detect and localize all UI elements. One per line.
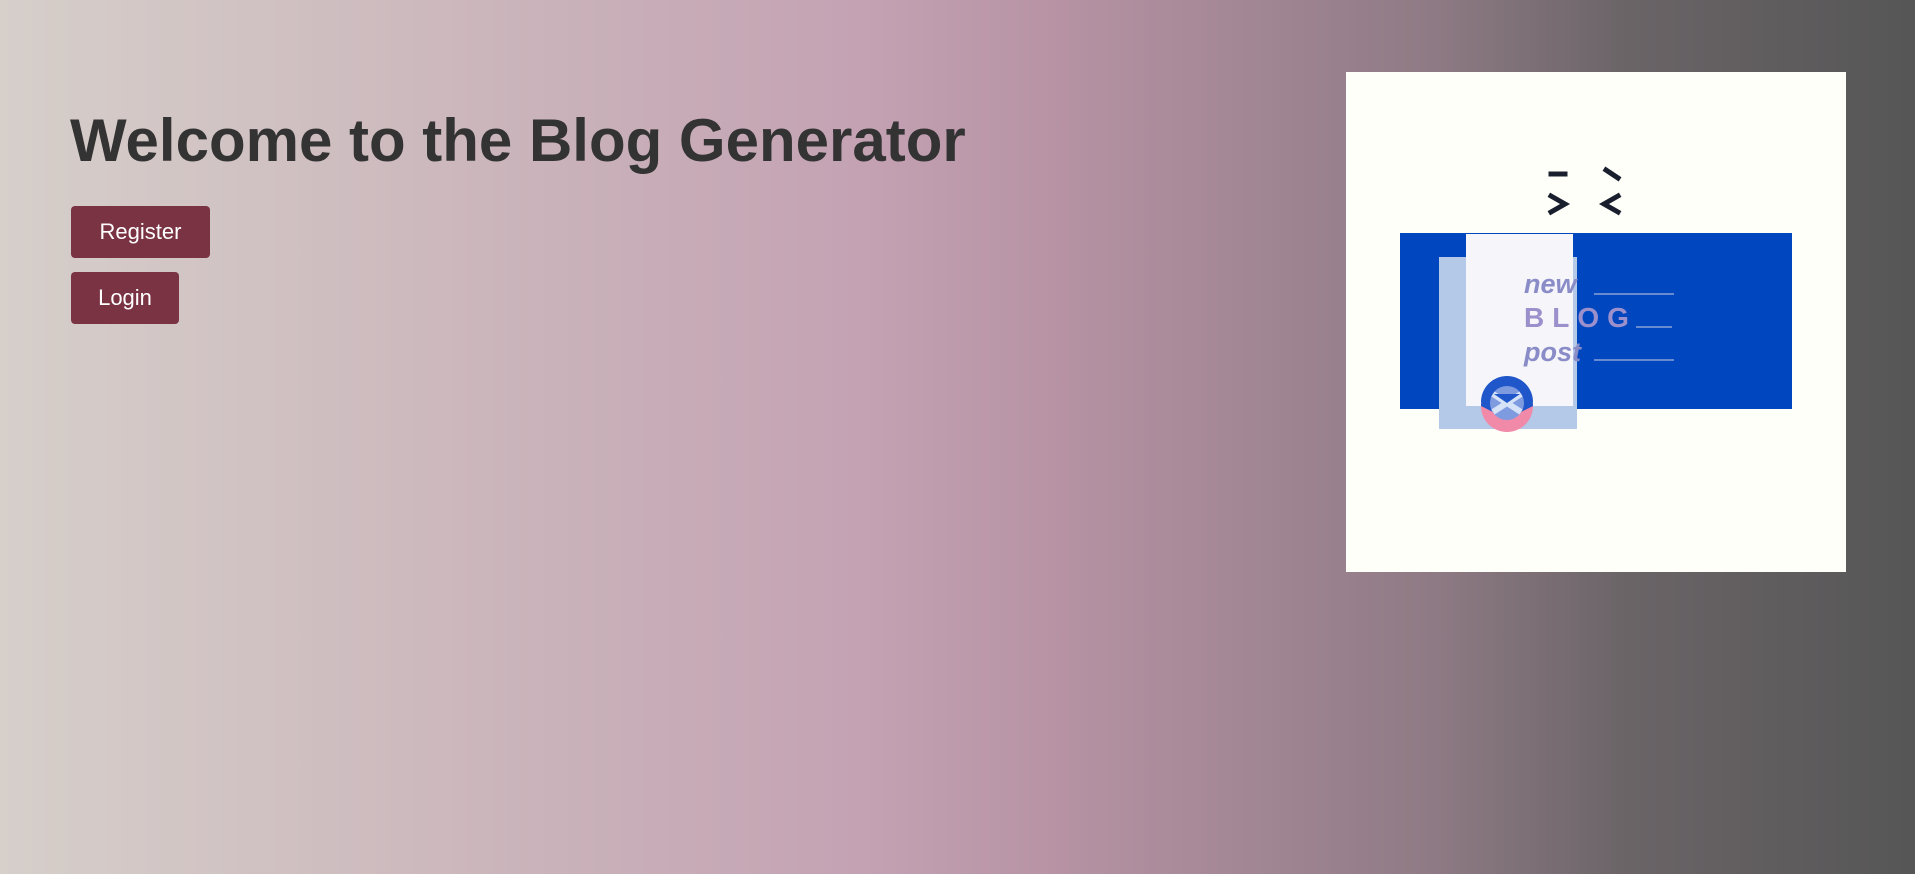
decorative-marks-icon [1547, 166, 1622, 216]
logo-circle-icon [1481, 376, 1533, 432]
illustration-line-new: new [1524, 269, 1579, 299]
blog-post-illustration: new BLOG post [1346, 72, 1846, 572]
illustration-line-blog: BLOG [1524, 302, 1637, 333]
illustration-line-post: post [1523, 337, 1582, 367]
register-button[interactable]: Register [71, 206, 210, 258]
blog-illustration-graphic: new BLOG post [1400, 166, 1792, 432]
login-button[interactable]: Login [71, 272, 179, 324]
page-title: Welcome to the Blog Generator [70, 107, 966, 174]
